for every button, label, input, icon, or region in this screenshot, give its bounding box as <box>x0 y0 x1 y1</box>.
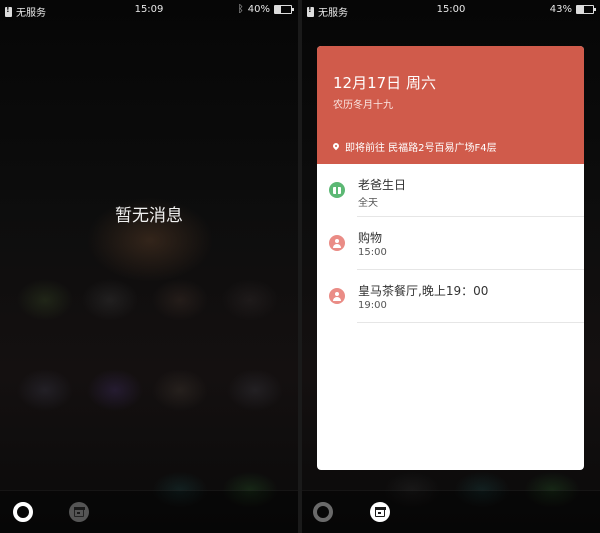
date-title: 12月17日 周六 <box>333 74 436 92</box>
bottom-dock <box>302 490 600 533</box>
gift-icon <box>329 182 345 198</box>
bluetooth-icon: ᛒ <box>237 4 244 15</box>
location-row[interactable]: 即将前往 民福路2号百易广场F4层 <box>333 139 497 154</box>
empty-notifications-text: 暂无消息 <box>115 206 183 226</box>
event-title: 购物 <box>358 231 383 245</box>
left-screen: 无服务 15:09 ᛒ 40% 暂无消息 <box>0 0 298 533</box>
lunar-date: 农历冬月十九 <box>333 100 393 111</box>
battery-percent: 40% <box>247 4 270 15</box>
event-time: 15:00 <box>358 247 387 258</box>
location-text: 即将前往 民福路2号百易广场F4层 <box>345 143 497 154</box>
ring-icon <box>13 502 33 522</box>
status-bar: 无服务 15:00 43% <box>302 0 600 22</box>
card-header: 12月17日 周六 农历冬月十九 即将前往 民福路2号百易广场F4层 <box>317 46 584 164</box>
event-item[interactable]: 皇马茶餐厅,晚上19：00 19:00 <box>317 270 584 323</box>
event-time: 全天 <box>358 198 378 209</box>
battery-icon <box>274 5 294 14</box>
event-time: 19:00 <box>358 300 387 311</box>
status-bar: 无服务 15:09 ᛒ 40% <box>0 0 298 22</box>
calendar-icon <box>370 502 390 522</box>
blurred-wallpaper <box>0 0 298 533</box>
event-title: 皇马茶餐厅,晚上19：00 <box>358 284 489 298</box>
divider <box>357 322 584 323</box>
right-screen: 无服务 15:00 43% 12月17日 周六 农历冬月十九 即将前往 民福路2… <box>302 0 600 533</box>
event-item[interactable]: 老爸生日 全天 <box>317 164 584 217</box>
ring-icon <box>313 502 333 522</box>
event-item[interactable]: 购物 15:00 <box>317 217 584 270</box>
notifications-tab[interactable] <box>12 501 34 523</box>
person-icon <box>329 235 345 251</box>
battery-percent: 43% <box>549 4 572 15</box>
calendar-card[interactable]: 12月17日 周六 农历冬月十九 即将前往 民福路2号百易广场F4层 老爸生日 … <box>317 46 584 470</box>
event-title: 老爸生日 <box>358 178 407 192</box>
calendar-icon <box>69 502 89 522</box>
calendar-tab[interactable] <box>68 501 90 523</box>
bottom-dock <box>0 490 298 533</box>
battery-icon <box>576 5 596 14</box>
notifications-tab[interactable] <box>312 501 334 523</box>
location-pin-icon <box>333 143 339 151</box>
person-icon <box>329 288 345 304</box>
calendar-tab[interactable] <box>369 501 391 523</box>
